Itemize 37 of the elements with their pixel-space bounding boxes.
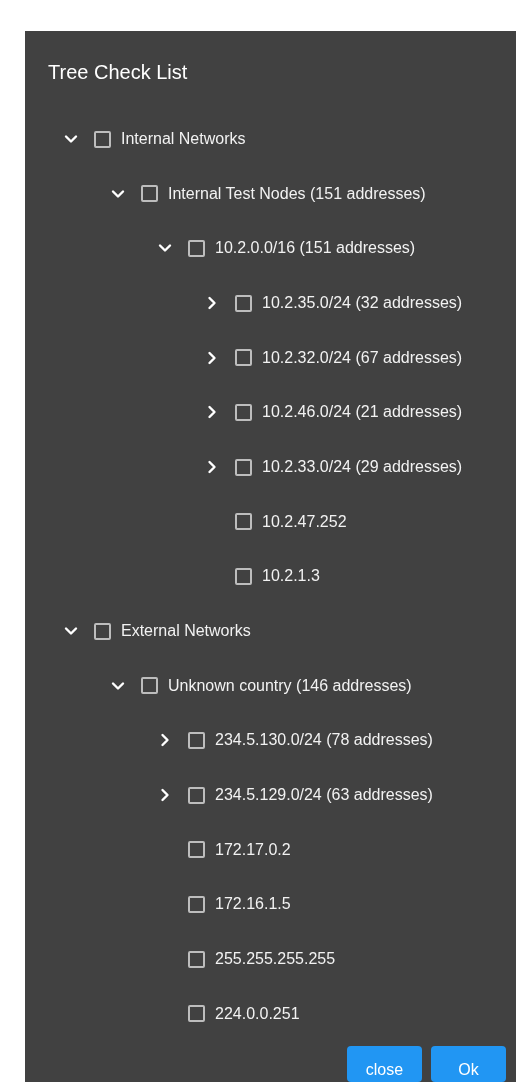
checkbox[interactable] xyxy=(235,567,252,585)
tree-item-label: 255.255.255.255 xyxy=(215,949,336,970)
dialog-title: Tree Check List xyxy=(48,61,188,83)
checkbox[interactable] xyxy=(188,841,205,859)
tree-item-label: Internal Networks xyxy=(121,129,246,149)
checkbox[interactable] xyxy=(235,458,252,476)
checkbox[interactable] xyxy=(141,185,158,203)
checkbox[interactable] xyxy=(188,731,205,749)
close-button[interactable]: close xyxy=(347,1046,422,1082)
tree-item-label: Unknown country (146 addresses) xyxy=(168,675,412,696)
ok-button[interactable]: Ok xyxy=(431,1046,506,1082)
tree-item-label: 10.2.35.0/24 (32 addresses) xyxy=(262,293,463,313)
checkbox[interactable] xyxy=(188,239,205,257)
tree-item-label: 234.5.129.0/24 (63 addresses) xyxy=(215,785,433,806)
tree-item-label: 10.2.47.252 xyxy=(262,511,347,532)
checkbox[interactable] xyxy=(188,1005,205,1023)
checkbox[interactable] xyxy=(235,349,252,367)
checkbox[interactable] xyxy=(141,677,158,695)
tree-item-label: 172.16.1.5 xyxy=(215,894,291,915)
tree-item-label: 172.17.0.2 xyxy=(215,839,291,860)
tree-item-label: 10.2.46.0/24 (21 addresses) xyxy=(262,402,463,423)
tree-item-label: 10.2.32.0/24 (67 addresses) xyxy=(262,347,463,368)
tree-item-label: 234.5.130.0/24 (78 addresses) xyxy=(215,730,433,751)
checkbox[interactable] xyxy=(235,403,252,421)
tree-item-label: 10.2.0.0/16 (151 addresses) xyxy=(215,238,416,259)
tree-item-label: 224.0.0.251 xyxy=(215,1003,300,1024)
tree-item-label: Internal Test Nodes (151 addresses) xyxy=(168,183,426,204)
checkbox[interactable] xyxy=(94,130,111,148)
tree-item-label: 10.2.1.3 xyxy=(262,566,320,587)
tree-item-label: 10.2.33.0/24 (29 addresses) xyxy=(262,457,463,478)
checkbox[interactable] xyxy=(94,622,111,640)
checkbox[interactable] xyxy=(188,786,205,804)
tree-item-label: External Networks xyxy=(121,621,251,642)
checkbox[interactable] xyxy=(235,294,252,312)
checkbox[interactable] xyxy=(188,950,205,968)
checkbox[interactable] xyxy=(235,513,252,531)
checkbox[interactable] xyxy=(188,895,205,913)
